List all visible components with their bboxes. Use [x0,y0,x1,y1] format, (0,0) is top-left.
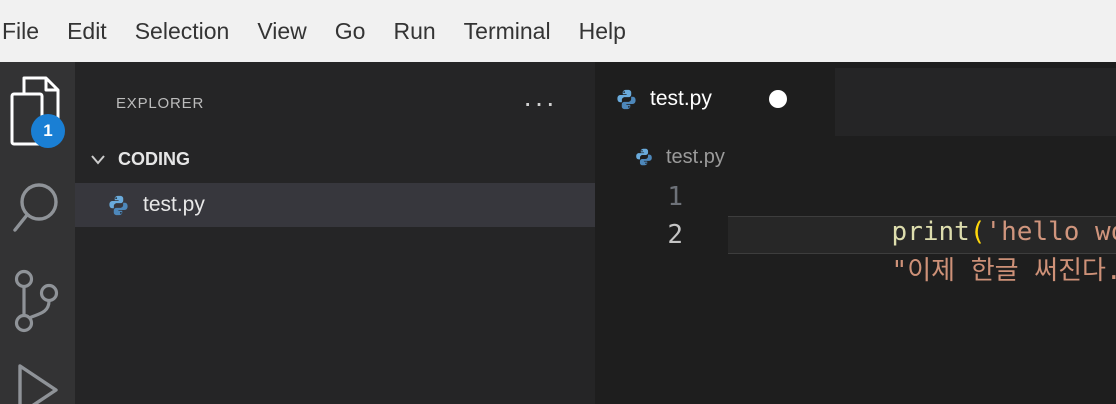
tab-bar: test.py [595,62,1116,136]
folder-section-coding[interactable]: CODING [75,144,595,174]
line-number: 1 [595,178,728,216]
menu-view[interactable]: View [243,18,320,45]
breadcrumb: test.py [595,136,1116,178]
menu-help[interactable]: Help [565,18,640,45]
python-file-icon [635,148,653,166]
folder-section-label: CODING [118,149,190,170]
tab-testpy[interactable]: test.py [595,62,832,136]
file-row-testpy[interactable]: test.py [75,183,595,227]
explorer-files-icon[interactable]: 1 [9,76,63,148]
explorer-badge: 1 [31,114,65,148]
source-control-icon[interactable] [10,267,66,344]
unsaved-dot-icon[interactable] [769,90,787,108]
sidebar-title: EXPLORER [116,95,204,112]
menu-bar: File Edit Selection View Go Run Terminal… [0,0,1116,62]
sidebar-header: EXPLORER ··· [75,62,595,118]
search-icon[interactable] [8,180,60,247]
menu-edit[interactable]: Edit [53,18,121,45]
activity-bar: 1 [0,62,75,404]
code-editor[interactable]: 1 print('hello world') 2 "이제 한글 써진다." [595,178,1116,404]
run-debug-icon[interactable] [12,362,68,404]
tab-label: test.py [650,87,712,111]
menu-terminal[interactable]: Terminal [450,18,565,45]
code-line-1: 1 print('hello world') [595,178,1116,216]
code-token: "이제 한글 써진다." [892,256,1116,286]
menu-run[interactable]: Run [379,18,449,45]
line-number: 2 [595,216,728,254]
python-file-icon [616,89,637,110]
explorer-sidebar: EXPLORER ··· CODING test.py [75,62,595,404]
menu-go[interactable]: Go [321,18,380,45]
python-file-icon [108,195,129,216]
tab-strip-empty [835,68,1116,136]
menu-selection[interactable]: Selection [121,18,244,45]
breadcrumb-item[interactable]: test.py [666,146,725,169]
file-label: test.py [143,193,205,217]
chevron-down-icon [87,148,109,170]
more-actions-icon[interactable]: ··· [523,98,557,108]
editor-group: test.py test.py 1 print('hello world') 2… [595,62,1116,404]
menu-file[interactable]: File [0,18,53,45]
code-line-2: 2 "이제 한글 써진다." [595,216,1116,254]
